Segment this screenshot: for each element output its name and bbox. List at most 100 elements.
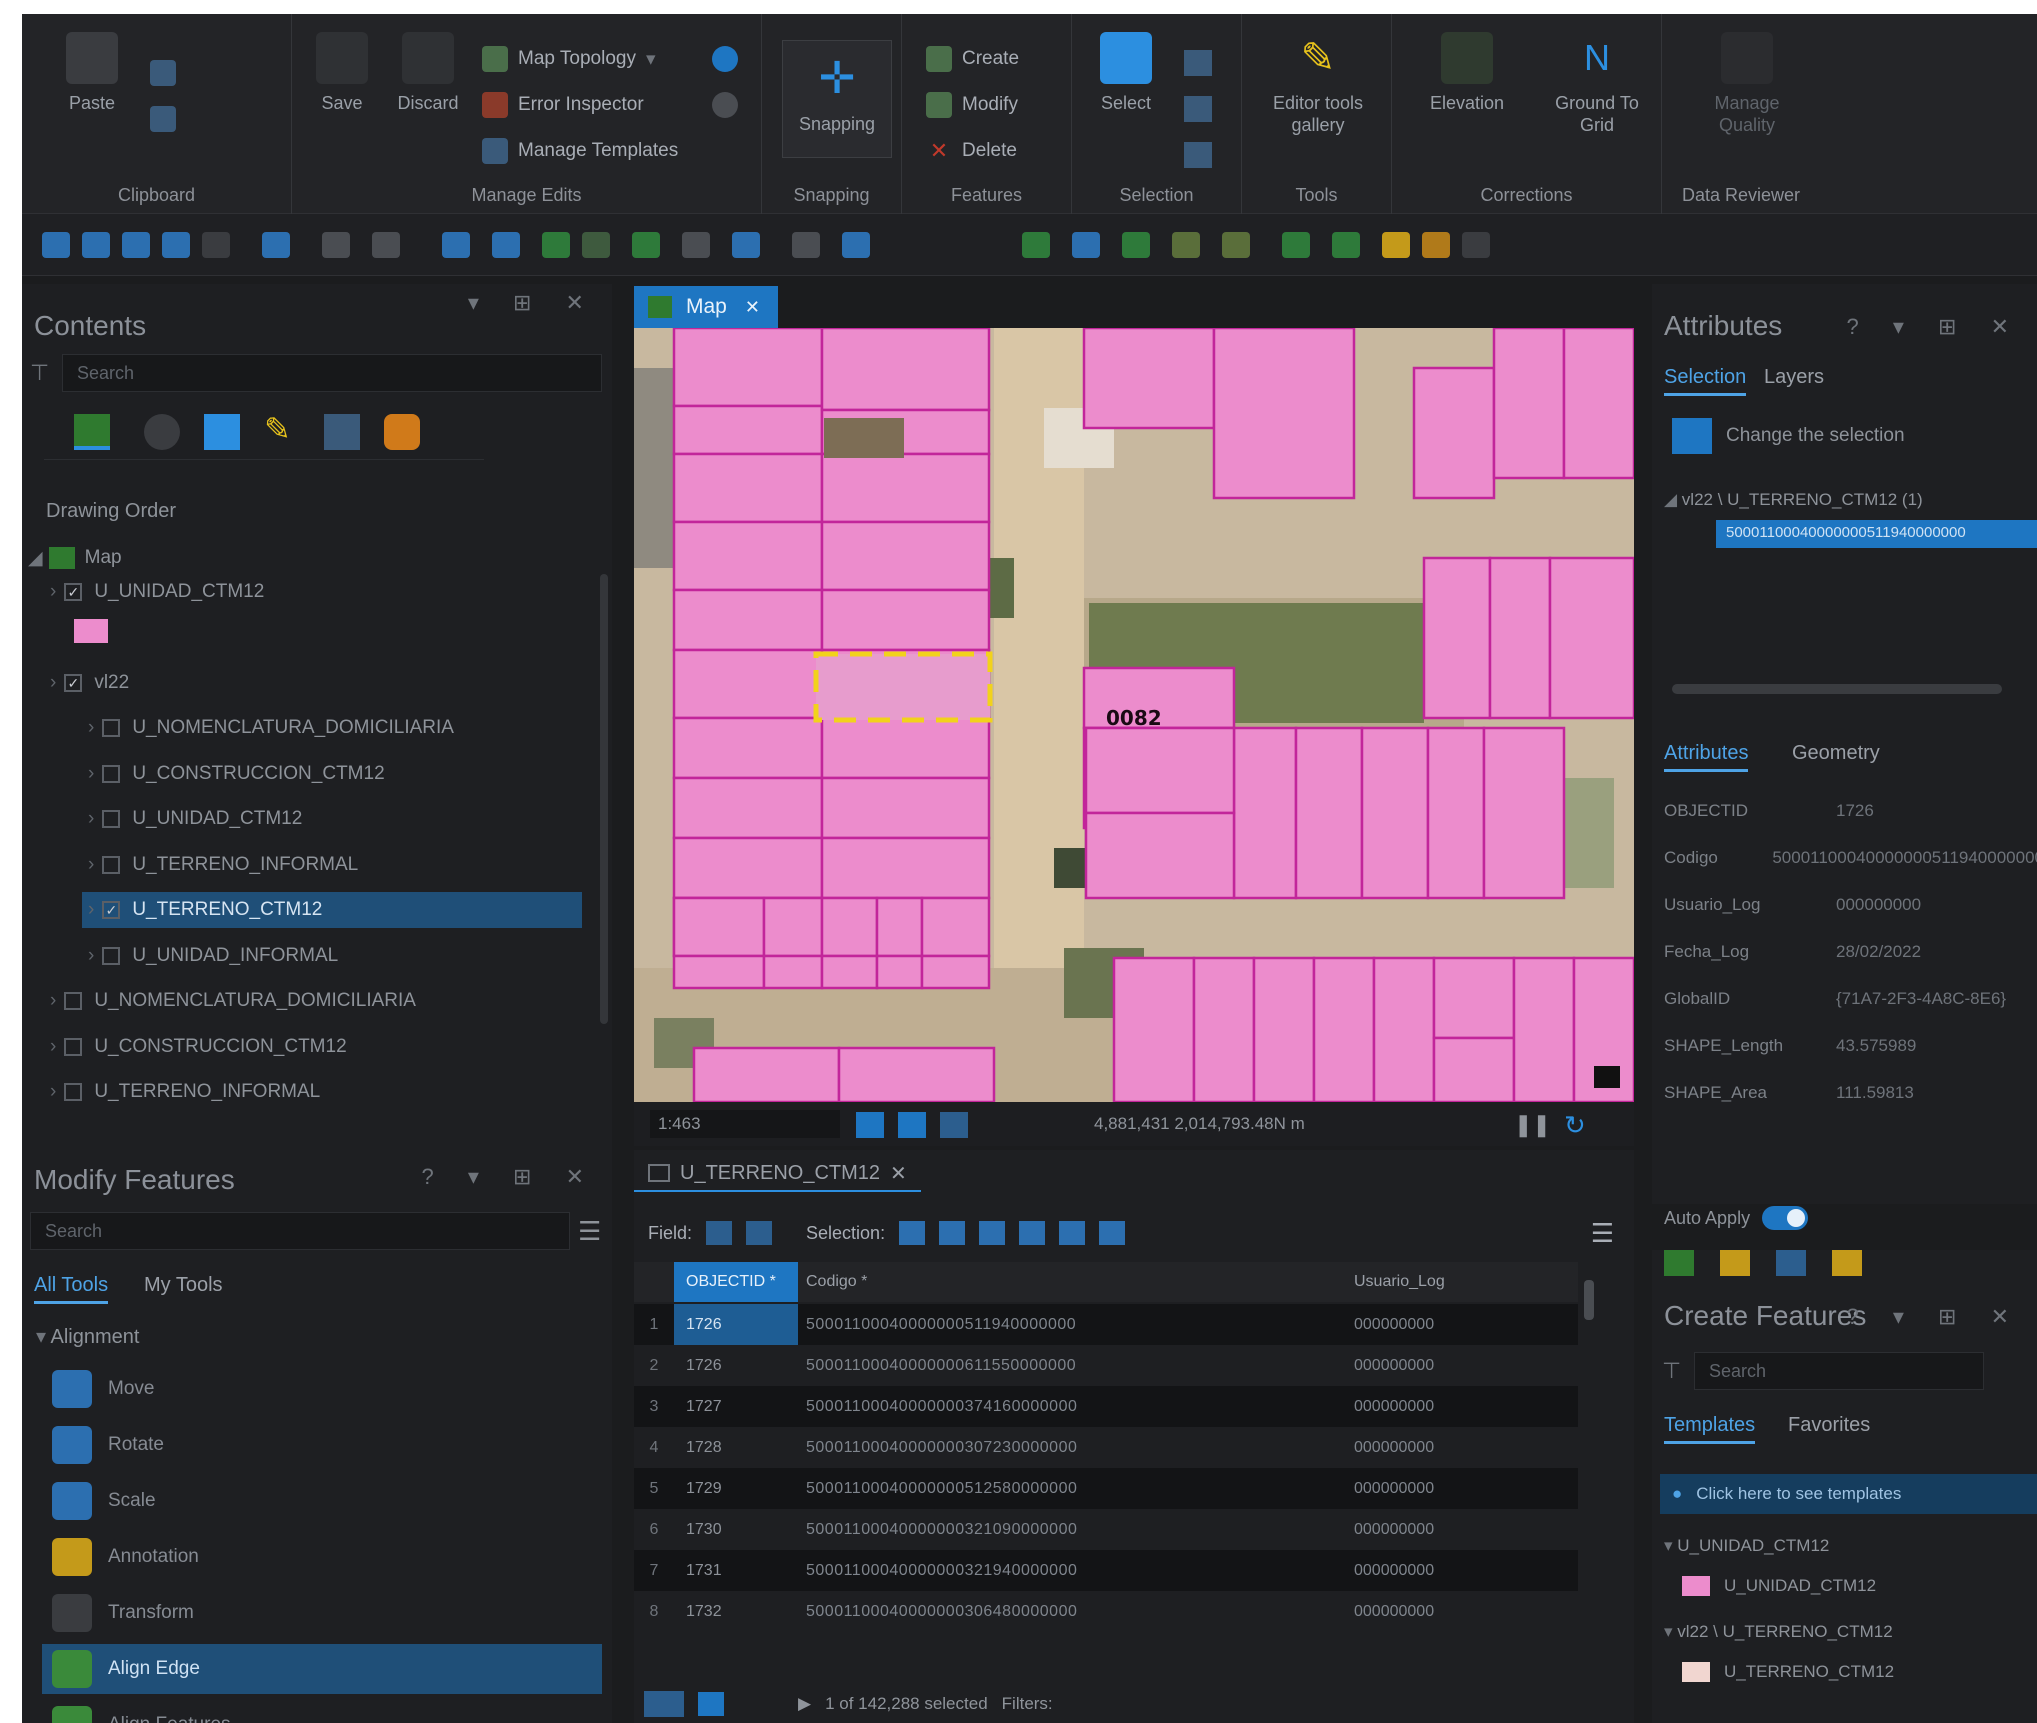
full-extent-icon[interactable] <box>442 232 470 258</box>
column-usuario-log[interactable]: Usuario_Log <box>1346 1273 1578 1291</box>
tab-layers[interactable]: Layers <box>1764 366 1824 389</box>
snapping-list-icon[interactable] <box>324 414 360 450</box>
discard-button[interactable]: Discard <box>388 14 468 164</box>
layer-icon[interactable] <box>1022 232 1050 258</box>
ground-to-grid-button[interactable]: N Ground To Grid <box>1542 14 1652 164</box>
parcel[interactable] <box>820 452 991 524</box>
parcel[interactable] <box>672 954 766 990</box>
parcel[interactable] <box>837 1046 996 1102</box>
template-group-header[interactable]: ▾ vl22 \ U_TERRENO_CTM12 <box>1664 1622 1893 1642</box>
parcel[interactable] <box>672 776 824 840</box>
parcel[interactable] <box>1492 328 1566 480</box>
layer-item[interactable]: › ✓ U_UNIDAD_CTM12 <box>44 574 582 610</box>
create-tool-4-icon[interactable] <box>1832 1250 1862 1276</box>
model-icon[interactable] <box>1172 232 1200 258</box>
open-project-icon[interactable] <box>82 232 110 258</box>
grid-icon[interactable] <box>856 1112 884 1138</box>
layer-item[interactable]: › U_NOMENCLATURA_DOMICILIARIA <box>82 710 582 746</box>
cell-n[interactable]: 3 <box>634 1398 674 1416</box>
layer-item[interactable]: › U_NOMENCLATURA_DOMICILIARIA <box>44 983 582 1019</box>
cell-id[interactable]: 1731 <box>674 1562 798 1580</box>
cell-usuario[interactable]: 000000000 <box>1346 1439 1578 1457</box>
copy-icon[interactable] <box>150 100 176 138</box>
gear-icon[interactable] <box>712 92 738 118</box>
tab-geometry[interactable]: Geometry <box>1792 742 1880 765</box>
constraints-icon[interactable] <box>940 1112 968 1138</box>
visibility-checkbox[interactable] <box>102 946 121 965</box>
tab-all-tools[interactable]: All Tools <box>34 1274 109 1304</box>
refresh-map-icon[interactable]: ↻ <box>1564 1110 1586 1141</box>
close-icon[interactable]: ✕ <box>890 1161 907 1186</box>
visibility-checkbox[interactable] <box>102 719 121 737</box>
undo-icon[interactable] <box>162 232 190 258</box>
navigator-icon[interactable] <box>898 1112 926 1138</box>
parcel[interactable] <box>672 896 766 958</box>
tool-scale[interactable]: Scale <box>52 1476 156 1526</box>
create-tool-2-icon[interactable] <box>1720 1250 1750 1276</box>
cell-usuario[interactable]: 000000000 <box>1346 1603 1578 1621</box>
select-button[interactable]: Select <box>1086 14 1166 164</box>
parcel[interactable] <box>762 896 824 958</box>
select-by-attr-icon[interactable] <box>899 1221 926 1245</box>
attribute-value[interactable]: 1726 <box>1836 801 1874 821</box>
table-row[interactable]: 5 1729 50001100040000000512580000000 000000… <box>634 1468 1578 1509</box>
create-tool-3-icon[interactable] <box>1776 1250 1806 1276</box>
cell-usuario[interactable]: 000000000 <box>1346 1398 1578 1416</box>
table-icon[interactable] <box>792 232 820 258</box>
expand-icon[interactable]: › <box>50 1081 56 1103</box>
cell-id[interactable]: 1730 <box>674 1521 798 1539</box>
tag-icon[interactable] <box>1422 232 1450 258</box>
expand-icon[interactable]: › <box>88 763 94 785</box>
cell-n[interactable]: 2 <box>634 1357 674 1375</box>
cell-n[interactable]: 1 <box>634 1316 674 1334</box>
cell-id[interactable]: 1732 <box>674 1603 798 1621</box>
parcel[interactable] <box>1432 956 1516 1040</box>
attribute-value[interactable]: 000000000 <box>1836 895 1921 915</box>
cell-n[interactable]: 4 <box>634 1439 674 1457</box>
change-selection-button[interactable]: Change the selection <box>1672 418 1905 454</box>
geoprocessing-icon[interactable] <box>1122 232 1150 258</box>
parcel[interactable] <box>672 836 824 900</box>
attribute-value[interactable]: 50001100040000000511940000000 <box>1772 848 2037 868</box>
parcel[interactable] <box>672 588 824 652</box>
layer-item[interactable]: › U_UNIDAD_CTM12 <box>82 801 582 837</box>
layer-symbol-swatch[interactable] <box>74 619 108 643</box>
parcel[interactable] <box>672 520 824 592</box>
visibility-checkbox[interactable] <box>102 764 121 783</box>
parcel[interactable] <box>1294 726 1364 900</box>
parcel[interactable] <box>672 716 824 780</box>
customize-icon[interactable] <box>1462 232 1490 258</box>
parcel[interactable] <box>1112 956 1196 1102</box>
scale-selector[interactable]: 1:463 <box>650 1110 840 1138</box>
zoom-in-icon[interactable] <box>262 232 290 258</box>
cell-codigo[interactable]: 50001100040000000374160000000 <box>798 1398 1346 1416</box>
layer-item[interactable]: › U_CONSTRUCCION_CTM12 <box>44 1029 582 1065</box>
cell-id[interactable]: 1729 <box>674 1480 798 1498</box>
visibility-checkbox[interactable] <box>102 855 121 874</box>
car-icon[interactable] <box>1382 232 1410 258</box>
data-source-icon[interactable] <box>144 414 180 450</box>
modify-search-input[interactable]: Search <box>30 1212 570 1250</box>
modify-button[interactable]: Modify <box>926 86 1018 124</box>
edit-vertices-icon[interactable] <box>632 232 660 258</box>
binoculars-icon[interactable] <box>322 232 350 258</box>
parcel[interactable] <box>875 954 924 990</box>
create-search-input[interactable]: Search <box>1694 1352 1984 1390</box>
parcel[interactable] <box>672 648 824 720</box>
column-objectid[interactable]: OBJECTID * <box>674 1262 798 1302</box>
map-topology-dropdown[interactable]: Map Topology ▾ <box>482 40 656 78</box>
visibility-checkbox[interactable] <box>64 992 83 1010</box>
expand-icon[interactable]: › <box>88 808 94 830</box>
template-group-header[interactable]: ▾ U_UNIDAD_CTM12 <box>1664 1536 1829 1556</box>
attribute-row[interactable]: Fecha_Log 28/02/2022 <box>1664 929 2037 975</box>
add-data-icon[interactable] <box>1072 232 1100 258</box>
cell-codigo[interactable]: 50001100040000000512580000000 <box>798 1480 1346 1498</box>
expand-icon[interactable]: › <box>50 672 56 694</box>
attribute-row[interactable]: OBJECTID 1726 <box>1664 788 2037 834</box>
layer-item[interactable]: › U_CONSTRUCCION_CTM12 <box>82 756 582 792</box>
cell-usuario[interactable]: 000000000 <box>1346 1480 1578 1498</box>
table-row[interactable]: 3 1727 50001100040000000374160000000 000000… <box>634 1386 1578 1427</box>
auto-apply-toggle[interactable]: Auto Apply <box>1664 1206 1809 1230</box>
cell-codigo[interactable]: 50001100040000000307230000000 <box>798 1439 1346 1457</box>
pause-icon[interactable]: ❚❚ <box>1514 1112 1551 1138</box>
